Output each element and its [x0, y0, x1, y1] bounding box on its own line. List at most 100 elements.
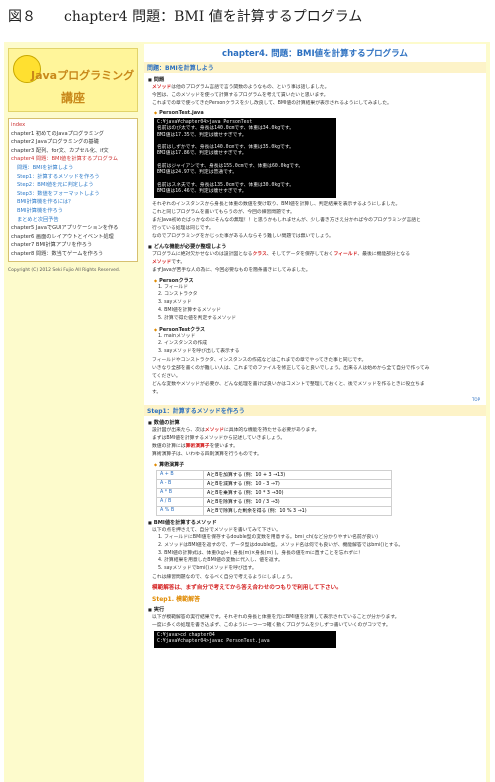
paragraph: フィールドやコンストラクタ、インスタンスの作成などはこれまでの章でやってきた事と…: [152, 357, 367, 363]
nav-item[interactable]: chapter1 初めてのJavaプログラミング: [11, 130, 135, 139]
list-item: 3. BMI値の計算式は、体重(kg)÷( 身長(m)×身長(m) )。身長の値…: [158, 550, 363, 556]
person-list: 1. フィールド 2. コンストラクタ 3. sayメソッド 4. BMI値を計算する…: [144, 285, 486, 323]
heading-bmi-method: BMI値を計算するメソッド: [148, 519, 486, 526]
site-logo[interactable]: Javaプログラミング 講座: [8, 48, 138, 112]
operator-cell: A % B: [156, 505, 204, 516]
operator-cell: A - B: [156, 478, 204, 489]
main-content: chapter4. 問題：BMI値を計算するプログラム 問題：BMIを計算しよう…: [144, 44, 486, 782]
paragraph: メソッドは他のプログラム言語で言う関数のようなもの、という事は話しました。: [152, 84, 478, 91]
sidebar-nav: index chapter1 初めてのJavaプログラミング chapter2 Ja…: [8, 118, 138, 262]
step1-answer-link[interactable]: Step1. 模範解答: [152, 594, 478, 603]
heading-needed-features: どんな機能が必要か整理しよう: [148, 243, 486, 250]
section-header-problem: 問題：BMIを計算しよう: [144, 62, 486, 73]
paragraph: 今回は、このメソッドを使って計算するプログラムを考えて貰いたいと思います。: [152, 93, 329, 98]
nav-item[interactable]: Step1：計算するメソッドを作ろう: [11, 173, 135, 182]
operator-cell: A * B: [156, 487, 204, 498]
browser-screenshot: Javaプログラミング 講座 index chapter1 初めてのJavaプログ…: [4, 42, 490, 782]
sidebar: Javaプログラミング 講座 index chapter1 初めてのJavaプログ…: [8, 48, 138, 273]
paragraph: それぞれのインスタンスから身長と体重の数値を受け取り、BMI値を計算し、判定結果…: [152, 201, 401, 207]
paragraph: まだJava初めたばっかなのにそんなの無理！！と思うかもしれませんが、少し書き方…: [152, 217, 421, 223]
subheading-persontest-class: PersonTestクラス: [154, 326, 476, 333]
nav-item[interactable]: index: [11, 121, 135, 130]
subheading-operators: 算術演算子: [154, 461, 476, 468]
nav-item[interactable]: chapter6 画面のレイアウトとイベント処理: [11, 233, 135, 242]
description-cell: AとBで除算した剰余を得る (例：10 % 3 →1): [203, 505, 392, 516]
paragraph: これと同じプログラムを書いてもらうのが、今回の練習問題です。: [152, 209, 295, 215]
operators-table: A + B AとBを加算する (例：10 + 3 →13) A - B AとBを減算す…: [156, 469, 392, 516]
text: 、最後に機能部分となる: [357, 251, 410, 257]
paragraph: す。: [152, 389, 162, 395]
subheading-persontest: PersonTest.java: [154, 110, 476, 116]
table-row: A % B AとBで除算した剰余を得る (例：10 % 3 →1): [156, 505, 392, 516]
table-row: A * B AとBを乗算する (例：10 * 3 →30): [156, 487, 392, 498]
operator-cell: A / B: [156, 496, 204, 507]
keyword: メソッド: [204, 427, 224, 433]
paragraph: 一度に多くの処理を書き込まず、このように一つ一つ確く動くプログラムを少しずつ書い…: [152, 622, 391, 628]
nav-item[interactable]: chapter3 配列、for文、カプセル化、if文: [11, 147, 135, 156]
paragraph: まずJavaが苦手な人の為に、今回必要なものを簡条書きにしてみました。: [152, 267, 311, 273]
description-cell: AとBを除算する (例：10 / 3 →3): [203, 496, 392, 507]
description-cell: AとBを加算する (例：10 + 3 →13): [203, 469, 392, 480]
paragraph: これまでの章で使ってきたPersonクラスを少し改良して、BMI値の計算結果が表…: [152, 101, 392, 106]
list-item: 1. フィールド: [158, 284, 188, 290]
list-item: 3. sayメソッド: [158, 300, 192, 306]
paragraph: プログラムに絶対欠かせないのは設計図となるクラス、そしてデータを保存しておくフィ…: [152, 251, 478, 258]
heading-calc: 数値の計算: [148, 419, 486, 426]
paragraph: 以下が模範解答の実行結果です。それぞれの身長と体重を元にBMI値を計算して表示さ…: [152, 614, 400, 620]
nav-item[interactable]: Step3：数値をフォーマットしよう: [11, 190, 135, 199]
paragraph: これは練習問題なので、なるべく自分で考えるようにしましょう。: [152, 574, 296, 580]
emphasis-note: 模範解答は、まず自分で考えてから答え合わせのつもりで利用して下さい。: [152, 584, 342, 591]
text: 、そしてデータを保存しておく: [266, 251, 334, 257]
logo-title: Javaプログラミング: [31, 69, 135, 82]
terminal-output-2: C:¥java>cd chapter04 C:¥java¥chapter04>j…: [154, 630, 336, 648]
table-row: A / B AとBを除算する (例：10 / 3 →3): [156, 496, 392, 507]
nav-item[interactable]: BMI計算機を作ろう: [11, 207, 135, 216]
text: プログラムに絶対欠かせないのは設計図となる: [152, 251, 253, 257]
list-item: 2. メソッドはBMI値を返すので、データ型はdouble型。メソッド名は何でも…: [158, 542, 404, 548]
paragraph: メソッドです。: [152, 259, 478, 266]
list-item: 5. sayメソッドでbmi()メソッドを呼び出す。: [158, 566, 257, 572]
heading-problem: 問題: [148, 76, 486, 83]
list-item: 2. コンストラクタ: [158, 292, 198, 298]
nav-item[interactable]: chapter5 JavaでGUIアプリケーションを作る: [11, 224, 135, 233]
list-item: 1. mainメソッド: [158, 333, 196, 339]
keyword: 算術演算子: [185, 443, 210, 449]
description-cell: AとBを減算する (例：10 - 3 →7): [203, 478, 392, 489]
nav-item[interactable]: 問題：BMIを計算しよう: [11, 164, 135, 173]
keyword: メソッド: [152, 259, 172, 265]
nav-item[interactable]: chapter4 問題：BMI値を計算するプログラム: [11, 155, 135, 164]
nav-item[interactable]: BMI計算機を作るには？: [11, 198, 135, 207]
paragraph: 設計図が出来たら、次はメソッドに具体的な機能を持たせる必要があります。: [152, 427, 478, 434]
list-item: 5. 計算で得た値を判定するメソッド: [158, 315, 237, 321]
paragraph: どんな変数やメソッドが必要か、どんな処理を書けば良いかはコメントで整理しておくと…: [152, 381, 425, 387]
paragraph: 数値の計算には算術演算子を使います。: [152, 443, 478, 450]
operator-cell: A + B: [156, 469, 204, 480]
list-item: 2. インスタンスの作成: [158, 341, 208, 347]
keyword: クラス: [252, 251, 267, 257]
nav-item[interactable]: chapter2 Javaプログラミングの基礎: [11, 138, 135, 147]
terminal-output: C:¥java¥chapter04>java PersonTest 名前はのび太…: [154, 118, 336, 198]
text: です。: [171, 259, 186, 265]
text: 設計図が出来たら、次は: [152, 427, 205, 433]
bmi-steps-list: 1. フィールドにBMI値を保存するdouble型の変数を用意する。bmi_ch…: [144, 535, 486, 573]
logo-subtitle: 講座: [61, 91, 86, 105]
paragraph: てください。: [152, 373, 181, 379]
list-item: 1. フィールドにBMI値を保存するdouble型の変数を用意する。bmi_ch…: [158, 534, 378, 540]
figure-caption: 図８ chapter4 問題：BMI 値を計算するプログラム: [8, 9, 363, 25]
list-item: 4. 計算結果を用意したBMI値の変数に代入し、値を返す。: [158, 558, 283, 564]
heading-run: 実行: [148, 606, 486, 613]
description-cell: AとBを乗算する (例：10 * 3 →30): [203, 487, 392, 498]
subheading-person-class: Personクラス: [154, 277, 476, 284]
top-link[interactable]: TOP: [144, 397, 480, 402]
section-header-step1: Step1：計算するメソッドを作ろう: [144, 404, 486, 416]
paragraph: 以下の点を押さえて、自分でメソッドを書いてみて下さい。: [152, 527, 281, 533]
nav-item[interactable]: chapter8 問題：数当てゲームを作ろう: [11, 250, 135, 259]
list-item: 3. sayメソッドを呼び出して表示する: [158, 349, 240, 355]
paragraph: まずはBMI値を計算するメソッドから記述していきましょう。: [152, 435, 286, 441]
nav-item[interactable]: まとめと次回予告: [11, 216, 135, 225]
table-row: A + B AとBを加算する (例：10 + 3 →13): [156, 469, 392, 480]
nav-item[interactable]: chapter7 BMI計算アプリを作ろう: [11, 241, 135, 250]
nav-item[interactable]: Step2：BMI値を元に判定しよう: [11, 181, 135, 190]
text: 数値の計算には: [152, 443, 186, 449]
page-title: chapter4. 問題：BMI値を計算するプログラム: [222, 49, 408, 59]
